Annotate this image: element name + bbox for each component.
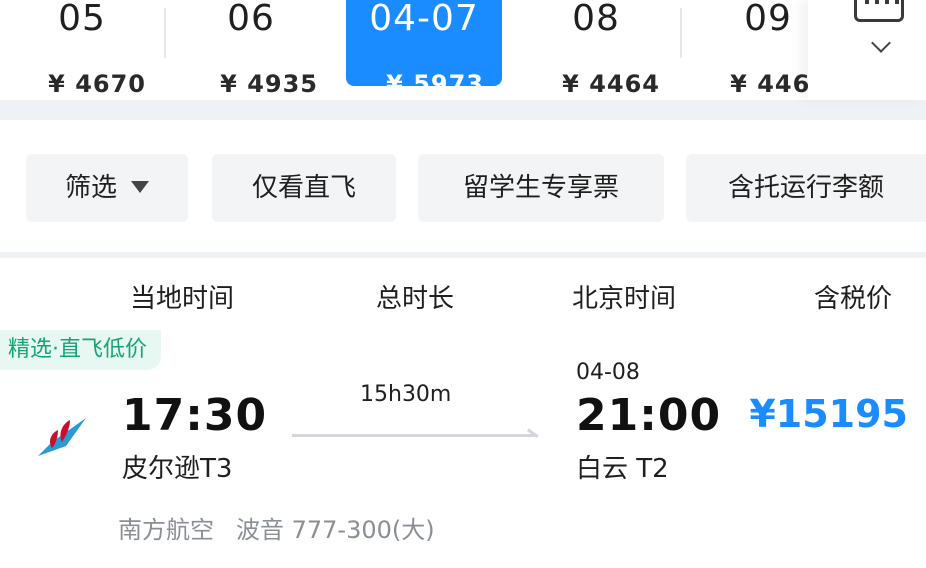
student-fare-filter[interactable]: 留学生专享票 bbox=[418, 154, 664, 222]
date-day: 06 bbox=[227, 0, 275, 39]
china-southern-logo-icon bbox=[38, 418, 86, 456]
date-price: ¥ 4935 bbox=[220, 70, 318, 98]
date-divider bbox=[680, 8, 682, 58]
duration-line bbox=[292, 434, 536, 437]
date-option-05[interactable]: 05 ¥ 4670 bbox=[0, 0, 164, 100]
date-option-06[interactable]: 06 ¥ 4935 bbox=[166, 0, 336, 100]
departure-time: 17:30 bbox=[122, 390, 268, 441]
date-option-04-07-selected[interactable]: 04-07 ¥ 5973 bbox=[346, 0, 502, 98]
baggage-label: 含托运行李额 bbox=[727, 173, 884, 203]
flight-info: 南方航空 波音 777-300(大) bbox=[118, 510, 435, 545]
flight-duration: 15h30m bbox=[360, 382, 452, 407]
flight-card[interactable]: 精选·直飞低价 17:30 皮尔逊T3 15h30m 04-08 21:00 白… bbox=[0, 330, 926, 568]
column-beijing-time[interactable]: 北京时间 bbox=[572, 278, 676, 315]
arrival-airport: 白云 T2 bbox=[576, 454, 669, 484]
date-option-08[interactable]: 08 ¥ 4464 bbox=[514, 0, 678, 100]
aircraft-type: 波音 777-300(大) bbox=[236, 516, 435, 544]
date-day: 08 bbox=[572, 0, 620, 39]
chevron-down-icon bbox=[871, 33, 891, 53]
arrival-time: 21:00 bbox=[576, 390, 722, 441]
direct-only-label: 仅看直飞 bbox=[251, 173, 356, 203]
column-price-incl-tax[interactable]: 含税价 bbox=[814, 278, 892, 315]
arrival-date: 04-08 bbox=[576, 360, 640, 385]
date-day: 05 bbox=[58, 0, 106, 39]
flight-price: ¥15195 bbox=[749, 392, 908, 436]
calendar-icon bbox=[854, 0, 904, 22]
date-selector-bar: 05 ¥ 4670 06 ¥ 4935 04-07 ¥ 5973 08 ¥ 44… bbox=[0, 0, 926, 100]
date-price: ¥ 5973 bbox=[386, 70, 484, 98]
airline-name: 南方航空 bbox=[118, 516, 214, 544]
baggage-filter[interactable]: 含托运行李额 bbox=[686, 154, 926, 222]
date-price: ¥ 4464 bbox=[562, 70, 660, 98]
filter-label: 筛选 bbox=[64, 173, 117, 203]
date-price: ¥ 4670 bbox=[48, 70, 146, 98]
filter-button[interactable]: 筛选 bbox=[26, 154, 188, 222]
date-day: 04-07 bbox=[369, 0, 479, 39]
direct-only-filter[interactable]: 仅看直飞 bbox=[212, 154, 396, 222]
column-total-duration[interactable]: 总时长 bbox=[376, 278, 454, 315]
calendar-button[interactable] bbox=[808, 0, 926, 100]
student-fare-label: 留学生专享票 bbox=[462, 173, 619, 203]
funnel-icon bbox=[131, 180, 149, 193]
column-local-time[interactable]: 当地时间 bbox=[130, 278, 234, 315]
recommendation-tag: 精选·直飞低价 bbox=[0, 330, 161, 370]
column-header-row: 当地时间 总时长 北京时间 含税价 bbox=[0, 258, 926, 330]
filter-bar: 筛选 仅看直飞 留学生专享票 含托运行李额 bbox=[0, 120, 926, 252]
departure-airport: 皮尔逊T3 bbox=[122, 454, 233, 484]
